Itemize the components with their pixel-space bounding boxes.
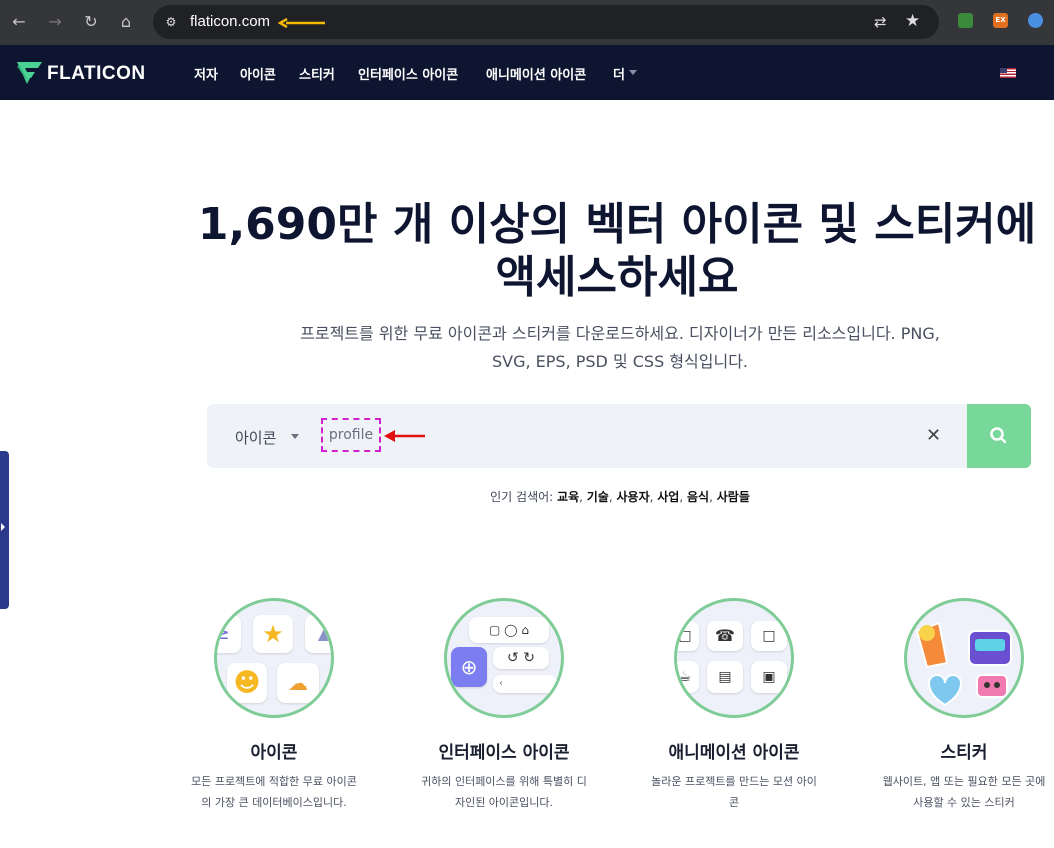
flaticon-logo-icon [17, 62, 42, 84]
chevron-left-icon: ‹ [493, 675, 557, 693]
subtitle-line-2: SVG, EPS, PSD 및 CSS 형식입니다. [491, 352, 749, 371]
card-desc-line: 모든 프로젝트에 적합한 무료 아이콘 [191, 775, 357, 788]
category-card-animated-icons[interactable]: □ ☎ □ ☕ ▤ ▣ 애니메이션 아이콘 놀라운 프로젝트를 만드는 모션 아… [639, 598, 829, 813]
phone-icon: ☎ [707, 621, 743, 651]
side-panel-tab[interactable] [0, 451, 9, 609]
popular-term[interactable]: 사용자 [617, 490, 650, 504]
site-header: FLATICON 저자 아이콘 스티커 인터페이스 아이콘 애니메이션 아이콘 … [0, 45, 1054, 100]
flaticon-logo[interactable]: FLATICON [17, 62, 145, 84]
chevron-down-icon[interactable] [291, 434, 299, 439]
card-desc-line: 콘 [728, 796, 740, 809]
card-desc-line: 의 가장 큰 데이터베이스입니다. [201, 796, 347, 809]
subtitle-line-1: 프로젝트를 위한 무료 아이콘과 스티커를 다운로드하세요. 디자이너가 만든 … [300, 324, 940, 343]
bookmark-star-icon[interactable]: ★ [905, 11, 920, 31]
nav-stickers[interactable]: 스티커 [299, 64, 335, 83]
nav-interface-icons[interactable]: 인터페이스 아이콘 [358, 64, 458, 83]
popular-term[interactable]: 교육 [557, 490, 579, 504]
home-icon[interactable]: ⌂ [115, 11, 137, 33]
wifi-icon: ≥ [217, 615, 241, 653]
folder-icon: □ [677, 621, 699, 651]
chevron-down-icon [629, 70, 637, 75]
popular-searches: 인기 검색어: 교육, 기술, 사용자, 사업, 음식, 사람들 [490, 490, 750, 504]
search-bar: 아이콘 profile ✕ [207, 404, 1031, 468]
logo-text: FLATICON [47, 63, 146, 84]
add-icon: ⊕ [451, 647, 487, 687]
star-icon: ★ [253, 615, 293, 653]
nav-animated-icons[interactable]: 애니메이션 아이콘 [486, 64, 586, 83]
card-desc-line: 웹사이트, 앱 또는 필요한 모든 곳에 [882, 775, 1046, 788]
page-title: 1,690만 개 이상의 벡터 아이콘 및 스티커에 액세스하세요 [190, 198, 1044, 304]
toolbar-icons: ▢ ◯ ⌂ [469, 617, 549, 643]
undo-redo-icon: ↺ ↻ [493, 647, 549, 669]
document-icon: ▤ [707, 661, 743, 693]
red-arrow-annotation [384, 430, 425, 442]
search-icon [990, 427, 1007, 444]
card-title: 인터페이스 아이콘 [438, 743, 570, 763]
category-card-stickers[interactable]: 스티커 웹사이트, 앱 또는 필요한 모든 곳에 사용할 수 있는 스티커 [869, 598, 1054, 813]
icons-illustration: ≥ ★ ▲ ☻ ☁ [214, 598, 334, 718]
card-title: 애니메이션 아이콘 [668, 743, 800, 763]
search-input[interactable]: profile [321, 418, 381, 452]
ex-extension-icon[interactable]: EX [993, 13, 1008, 28]
title-line-1: 1,690만 개 이상의 벡터 아이콘 및 스티커에 [197, 199, 1037, 250]
card-desc-line: 자인된 아이콘입니다. [454, 796, 554, 809]
stickers-illustration [904, 598, 1024, 718]
chart-icon: ▲ [305, 615, 331, 653]
reload-icon[interactable]: ↻ [80, 11, 102, 33]
cloud-extension-icon[interactable] [1028, 13, 1043, 28]
title-line-2: 액세스하세요 [495, 252, 739, 303]
chevron-right-icon [1, 523, 5, 531]
card-description: 놀라운 프로젝트를 만드는 모션 아이 콘 [639, 771, 829, 813]
address-bar[interactable]: ⚙ flaticon.com ⇄ ★ [153, 5, 939, 39]
translate-icon[interactable]: ⇄ [874, 13, 887, 31]
back-icon[interactable]: ← [8, 11, 30, 33]
category-card-icons[interactable]: ≥ ★ ▲ ☻ ☁ 아이콘 모든 프로젝트에 적합한 무료 아이콘 의 가장 큰… [179, 598, 369, 813]
card-desc-line: 놀라운 프로젝트를 만드는 모션 아이 [651, 775, 817, 788]
popular-term[interactable]: 사람들 [717, 490, 750, 504]
url-text[interactable]: flaticon.com [190, 13, 270, 30]
browser-toolbar: ← → ↻ ⌂ ⚙ flaticon.com ⇄ ★ EX [0, 0, 1054, 45]
popular-label: 인기 검색어: [490, 490, 554, 504]
extension-icon[interactable] [958, 13, 973, 28]
popular-term[interactable]: 기술 [587, 490, 609, 504]
card-description: 웹사이트, 앱 또는 필요한 모든 곳에 사용할 수 있는 스티커 [869, 771, 1054, 813]
weather-icon: ☁ [277, 663, 319, 703]
nav-more[interactable]: 더 [613, 64, 625, 83]
smiley-icon: ☻ [227, 663, 267, 703]
forward-icon[interactable]: → [44, 11, 66, 33]
yellow-arrow-annotation [278, 18, 325, 28]
card-description: 모든 프로젝트에 적합한 무료 아이콘 의 가장 큰 데이터베이스입니다. [179, 771, 369, 813]
card-description: 귀하의 인터페이스를 위해 특별히 디 자인된 아이콘입니다. [409, 771, 599, 813]
stickers-art [915, 621, 1012, 707]
site-info-icon[interactable]: ⚙ [163, 14, 179, 30]
card-title: 스티커 [940, 743, 988, 763]
category-card-interface-icons[interactable]: ▢ ◯ ⌂ ⊕ ↺ ↻ ‹ 인터페이스 아이콘 귀하의 인터페이스를 위해 특별… [409, 598, 599, 813]
us-flag-icon[interactable] [1000, 68, 1016, 78]
interface-icons-illustration: ▢ ◯ ⌂ ⊕ ↺ ↻ ‹ [444, 598, 564, 718]
card-desc-line: 사용할 수 있는 스티커 [913, 796, 1015, 809]
cup-icon: ☕ [677, 661, 699, 693]
nav-icons[interactable]: 아이콘 [240, 64, 276, 83]
search-type-select[interactable]: 아이콘 [235, 427, 276, 448]
animated-icons-illustration: □ ☎ □ ☕ ▤ ▣ [674, 598, 794, 718]
contact-card-icon: ▣ [751, 661, 787, 693]
clear-search-icon[interactable]: ✕ [926, 425, 941, 446]
card-title: 아이콘 [250, 743, 298, 763]
nav-authors[interactable]: 저자 [194, 64, 218, 83]
search-button[interactable] [967, 404, 1031, 468]
briefcase-icon: □ [751, 621, 787, 651]
hero-subtitle: 프로젝트를 위한 무료 아이콘과 스티커를 다운로드하세요. 디자이너가 만든 … [250, 320, 990, 376]
popular-term[interactable]: 사업 [657, 490, 679, 504]
card-desc-line: 귀하의 인터페이스를 위해 특별히 디 [421, 775, 587, 788]
popular-term[interactable]: 음식 [687, 490, 709, 504]
